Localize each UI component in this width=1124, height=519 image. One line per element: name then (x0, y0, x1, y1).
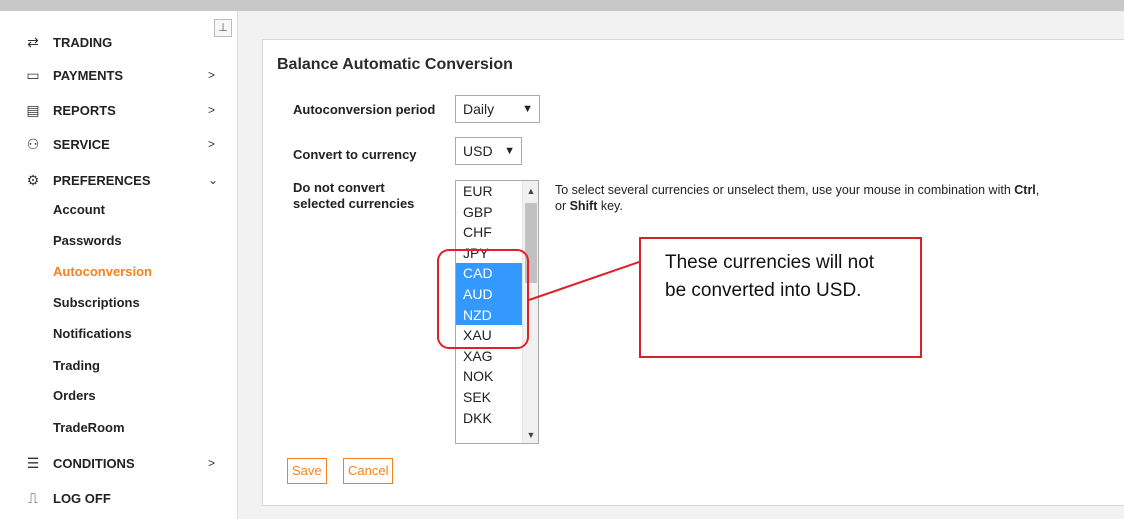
subnav-notifications[interactable]: Notifications (53, 324, 132, 344)
nav-conditions[interactable]: ☰ CONDITIONS > (0, 448, 238, 478)
subnav-trading[interactable]: Trading (53, 356, 100, 376)
currency-option[interactable]: SEK (456, 387, 522, 408)
exit-door-icon: ⎍ (28, 489, 38, 506)
nav-trading-label: TRADING (53, 34, 113, 50)
hint-ctrl: Ctrl (1014, 183, 1036, 197)
subnav-account[interactable]: Account (53, 200, 105, 220)
selection-highlight-annotation (437, 249, 529, 349)
gear-icon: ⚙ (26, 171, 40, 188)
nav-reports[interactable]: ▤ REPORTS > (0, 95, 238, 125)
currency-option[interactable]: DKK (456, 408, 522, 429)
nav-conditions-label: CONDITIONS (53, 455, 135, 471)
currency-option[interactable]: NOK (456, 366, 522, 387)
currency-select[interactable]: USD ▼ (455, 137, 522, 165)
currency-option[interactable]: EUR (456, 181, 522, 202)
chevron-down-icon: ⌄ (208, 173, 219, 187)
hint-text-3: or (555, 199, 570, 213)
currency-option[interactable]: GBP (456, 202, 522, 223)
currency-option[interactable]: CHF (456, 222, 522, 243)
chevron-right-icon: > (208, 103, 216, 117)
nav-service[interactable]: ⚇ SERVICE > (0, 129, 238, 159)
chevron-down-icon: ▼ (504, 145, 515, 157)
top-bar (0, 0, 1124, 11)
hint-shift: Shift (569, 199, 598, 213)
chevron-right-icon: > (208, 137, 216, 151)
nav-logoff[interactable]: ⎍ LOG OFF (0, 483, 238, 513)
service-icon: ⚇ (26, 135, 40, 152)
subnav-traderoom[interactable]: TradeRoom (53, 418, 125, 438)
subnav-autoconversion[interactable]: Autoconversion (53, 262, 152, 282)
scroll-down-icon[interactable]: ▼ (523, 427, 538, 443)
hint-text-2: , (1035, 183, 1040, 197)
period-select[interactable]: Daily ▼ (455, 95, 540, 123)
wallet-icon: ▭ (26, 66, 40, 83)
list-icon: ☰ (26, 454, 40, 471)
subnav-subscriptions[interactable]: Subscriptions (53, 293, 140, 313)
nav-payments-label: PAYMENTS (53, 67, 124, 83)
cancel-button[interactable]: Cancel (343, 458, 394, 484)
period-label: Autoconversion period (293, 102, 436, 117)
sidebar: ⊥ ⇄ TRADING ▭ PAYMENTS > ▤ REPORTS > ⚇ S… (0, 11, 238, 519)
scroll-up-icon[interactable]: ▲ (523, 183, 538, 199)
currency-label: Convert to currency (293, 147, 417, 162)
chevron-down-icon: ▼ (522, 103, 533, 115)
nav-service-label: SERVICE (53, 136, 110, 152)
nav-preferences[interactable]: ⚙ PREFERENCES ⌄ (0, 165, 238, 195)
exclude-label-line2: selected currencies (293, 196, 415, 211)
nav-logoff-label: LOG OFF (53, 490, 111, 506)
chevron-right-icon: > (208, 456, 216, 470)
exclude-label: Do not convert selected currencies (293, 180, 414, 212)
nav-reports-label: REPORTS (53, 102, 116, 118)
annotation-callout: These currencies will not be converted i… (639, 237, 922, 358)
selection-hint: To select several currencies or unselect… (555, 182, 1115, 214)
nav-trading[interactable]: ⇄ TRADING (0, 27, 238, 57)
currency-select-value: USD (463, 143, 493, 159)
hint-text-4: key. (597, 199, 623, 213)
save-button[interactable]: Save (287, 458, 327, 484)
exclude-label-line1: Do not convert (293, 180, 385, 195)
document-icon: ▤ (26, 101, 40, 118)
period-select-value: Daily (463, 101, 495, 117)
hint-text-1: To select several currencies or unselect… (555, 183, 1015, 197)
swap-arrows-icon: ⇄ (27, 33, 39, 50)
subnav-passwords[interactable]: Passwords (53, 231, 122, 251)
subnav-orders[interactable]: Orders (53, 386, 96, 406)
nav-preferences-label: PREFERENCES (53, 172, 151, 188)
page-title: Balance Automatic Conversion (277, 56, 513, 73)
nav-payments[interactable]: ▭ PAYMENTS > (0, 60, 238, 90)
chevron-right-icon: > (208, 68, 216, 82)
